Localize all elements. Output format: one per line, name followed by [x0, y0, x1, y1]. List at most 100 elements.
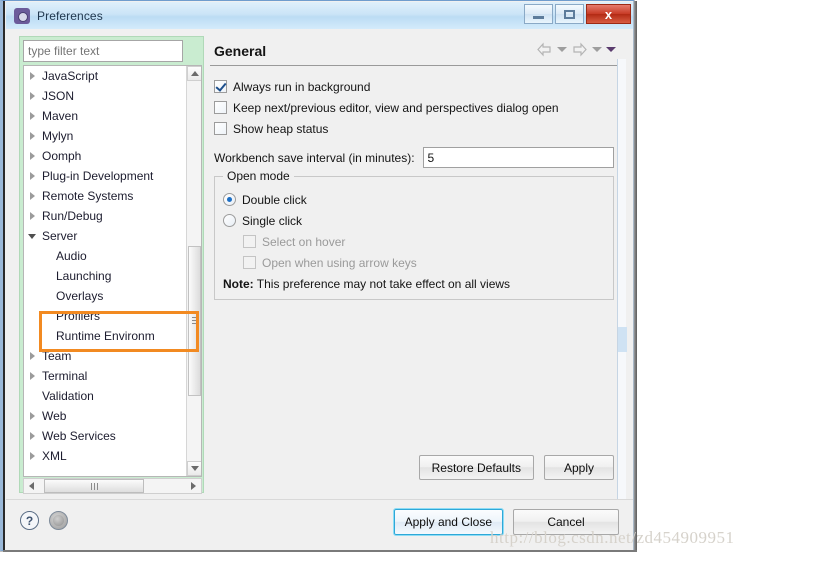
tree-item[interactable]: Terminal — [24, 366, 187, 386]
chevron-right-icon — [29, 372, 35, 380]
dialog-body: JavaScript JSON Maven Mylyn Oomph Plug-in Dev… — [6, 29, 633, 499]
chevron-right-icon — [29, 152, 35, 160]
tree-expander[interactable] — [24, 226, 40, 246]
tree-item[interactable]: XML — [24, 446, 187, 466]
back-arrow-icon[interactable] — [536, 42, 553, 57]
tree-expander[interactable] — [24, 426, 40, 446]
page-vertical-scrollbar[interactable] — [617, 59, 627, 499]
apply-button[interactable]: Apply — [544, 455, 614, 480]
tree-item[interactable]: Mylyn — [24, 126, 187, 146]
apply-and-close-button[interactable]: Apply and Close — [392, 508, 505, 536]
tree-expander[interactable] — [24, 166, 40, 186]
tree-expander[interactable] — [24, 446, 40, 466]
tree-horizontal-scrollbar[interactable] — [23, 478, 202, 494]
tree-item-label: Validation — [42, 389, 94, 403]
checkbox-icon — [243, 256, 256, 269]
tree-item[interactable]: Web — [24, 406, 187, 426]
search-input[interactable] — [23, 40, 183, 62]
tree-expander[interactable] — [24, 346, 40, 366]
forward-menu-chevron-down-icon[interactable] — [592, 47, 602, 52]
tree-item[interactable]: JSON — [24, 86, 187, 106]
checkbox-row-show-heap-status[interactable]: Show heap status — [214, 118, 614, 139]
open-mode-group: Open mode Double click Single click Sele… — [214, 169, 614, 300]
watermark-text: http://blog.csdn.net/zd454909951 — [490, 528, 735, 547]
checkbox-icon[interactable] — [214, 101, 227, 114]
page-content: Always run in background Keep next/previ… — [210, 66, 618, 486]
triangle-right-icon — [191, 482, 196, 490]
tree-expander[interactable] — [24, 86, 40, 106]
tree-item[interactable]: Plug-in Development — [24, 166, 187, 186]
tree-item[interactable]: Team — [24, 346, 187, 366]
checkbox-icon[interactable] — [214, 122, 227, 135]
tree-item-label: Audio — [56, 249, 87, 263]
radio-row-double-click[interactable]: Double click — [223, 189, 605, 210]
tree-expander-placeholder — [24, 286, 40, 306]
save-interval-input[interactable] — [422, 147, 614, 168]
scroll-right-button[interactable] — [186, 479, 201, 493]
hscrollbar-thumb[interactable] — [44, 479, 144, 493]
maximize-button[interactable] — [555, 4, 584, 24]
tree-item-label: Profilers — [56, 309, 101, 323]
triangle-up-icon — [190, 71, 199, 76]
tree-item[interactable]: JavaScript — [24, 66, 187, 86]
forward-arrow-icon[interactable] — [571, 42, 588, 57]
scroll-down-button[interactable] — [187, 461, 201, 476]
radio-icon[interactable] — [223, 214, 236, 227]
tree-expander[interactable] — [24, 106, 40, 126]
tree-item[interactable]: Web Services — [24, 426, 187, 446]
tree-expander[interactable] — [24, 406, 40, 426]
tree-expander[interactable] — [24, 126, 40, 146]
tree-expander-placeholder — [24, 306, 40, 326]
scroll-up-button[interactable] — [187, 66, 201, 81]
tree-item[interactable]: Maven — [24, 106, 187, 126]
chevron-right-icon — [29, 452, 35, 460]
scroll-left-button[interactable] — [24, 479, 39, 493]
checkbox-row-always-run-in-background[interactable]: Always run in background — [214, 76, 614, 97]
window-title: Preferences — [37, 8, 103, 23]
maximize-icon — [564, 9, 575, 19]
tree-expander[interactable] — [24, 146, 40, 166]
tree-expander[interactable] — [24, 66, 40, 86]
view-menu-icon[interactable] — [606, 47, 616, 52]
tree-item[interactable]: Oomph — [24, 146, 187, 166]
tree-item[interactable]: Remote Systems — [24, 186, 187, 206]
checkbox-icon[interactable] — [214, 80, 227, 93]
radio-label: Single click — [242, 213, 303, 228]
tree-item[interactable]: Profilers — [24, 306, 187, 326]
minimize-button[interactable] — [524, 4, 553, 24]
chevron-right-icon — [29, 92, 35, 100]
tree-expander[interactable] — [24, 206, 40, 226]
tree-vertical-scrollbar[interactable] — [186, 66, 201, 476]
open-mode-note: Note: This preference may not take effec… — [223, 277, 605, 291]
tree-expander[interactable] — [24, 186, 40, 206]
tree-item[interactable]: Server — [24, 226, 187, 246]
checkbox-row-keep-next-previous-editor[interactable]: Keep next/previous editor, view and pers… — [214, 97, 614, 118]
page-scrollbar-thumb[interactable] — [618, 327, 627, 352]
radio-row-single-click[interactable]: Single click — [223, 210, 605, 231]
save-interval-label: Workbench save interval (in minutes): — [214, 150, 415, 165]
restore-defaults-button[interactable]: Restore Defaults — [418, 455, 534, 480]
back-menu-chevron-down-icon[interactable] — [557, 47, 567, 52]
tree-item[interactable]: Run/Debug — [24, 206, 187, 226]
circle-icon[interactable] — [49, 511, 68, 530]
close-button[interactable]: x — [586, 4, 631, 24]
tree-item-label: Mylyn — [42, 129, 74, 143]
tree-item[interactable]: Audio — [24, 246, 187, 266]
chevron-right-icon — [29, 412, 35, 420]
tree-expander-placeholder — [24, 326, 40, 346]
preferences-tree[interactable]: JavaScript JSON Maven Mylyn Oomph Plug-in Dev… — [23, 65, 202, 477]
scrollbar-thumb[interactable] — [188, 246, 201, 396]
tree-item[interactable]: Launching — [24, 266, 187, 286]
page-header: General — [210, 36, 618, 66]
tree-item[interactable]: Runtime Environm — [24, 326, 187, 346]
chevron-right-icon — [29, 432, 35, 440]
tree-item[interactable]: Overlays — [24, 286, 187, 306]
preferences-gear-icon — [14, 7, 30, 24]
title-bar[interactable]: Preferences x — [6, 2, 633, 29]
tree-item[interactable]: Validation — [24, 386, 187, 406]
tree-expander[interactable] — [24, 366, 40, 386]
radio-icon[interactable] — [223, 193, 236, 206]
chevron-right-icon — [29, 172, 35, 180]
preferences-window: Preferences x JavaScript JSON Maven Mylyn Oo… — [0, 0, 637, 552]
help-icon[interactable]: ? — [20, 511, 39, 530]
